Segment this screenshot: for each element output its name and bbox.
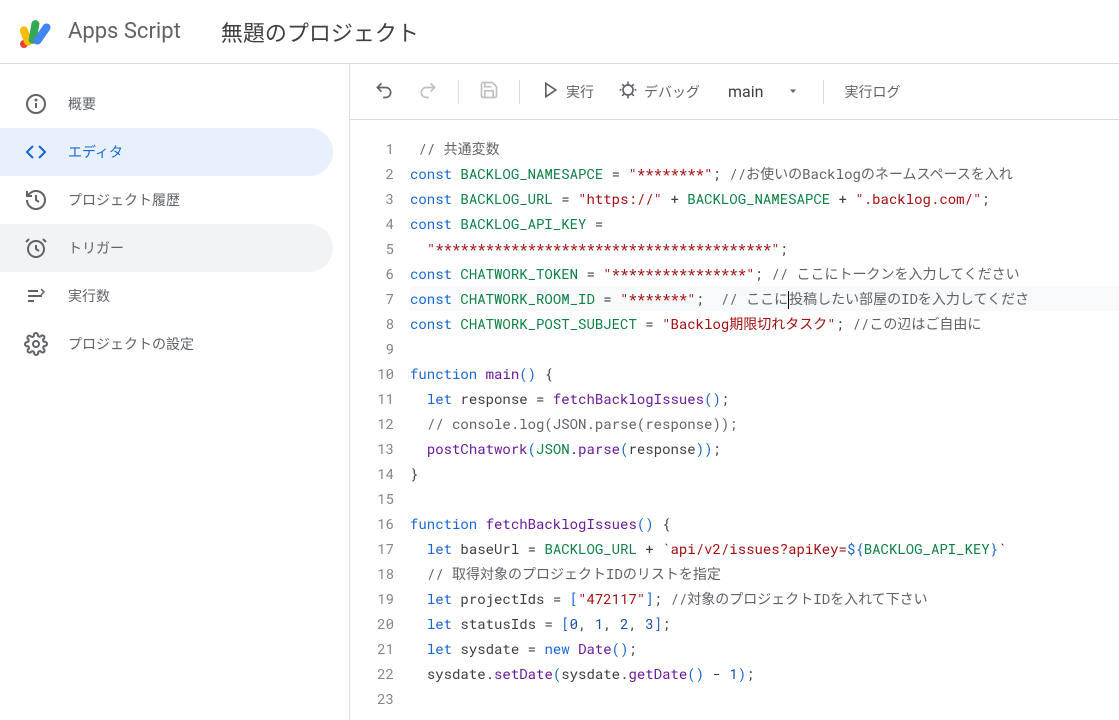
code-content[interactable]: // 共通変数const BACKLOG_NAMESAPCE = "******… [410, 136, 1119, 720]
sidebar-item-label: プロジェクトの設定 [68, 334, 194, 354]
function-selector[interactable]: main [716, 74, 811, 110]
undo-button[interactable] [366, 74, 402, 110]
function-selected: main [728, 82, 763, 101]
redo-icon [418, 80, 438, 103]
logo-area: Apps Script [16, 12, 181, 52]
sidebar-item-editor[interactable]: エディタ [0, 128, 333, 176]
alarm-icon [24, 236, 48, 260]
editor-area: 実行 デバッグ main 実行ログ 1234567891011121314151… [350, 64, 1119, 720]
toolbar: 実行 デバッグ main 実行ログ [350, 64, 1119, 120]
info-icon [24, 92, 48, 116]
caret-down-icon [787, 82, 799, 101]
toolbar-separator [458, 80, 459, 104]
redo-button[interactable] [410, 74, 446, 110]
sidebar-item-executions[interactable]: 実行数 [0, 272, 333, 320]
debug-label: デバッグ [644, 82, 700, 102]
sidebar-item-settings[interactable]: プロジェクトの設定 [0, 320, 333, 368]
toolbar-separator [519, 80, 520, 104]
execution-log-button[interactable]: 実行ログ [836, 74, 908, 110]
sidebar-item-overview[interactable]: 概要 [0, 80, 333, 128]
debug-button[interactable]: デバッグ [610, 74, 708, 110]
log-label: 実行ログ [844, 82, 900, 102]
brand-name: Apps Script [68, 19, 181, 44]
sidebar-item-label: 概要 [68, 94, 96, 114]
code-icon [24, 140, 48, 164]
list-icon [24, 284, 48, 308]
sidebar-item-label: プロジェクト履歴 [68, 190, 180, 210]
run-button[interactable]: 実行 [532, 74, 602, 110]
play-icon [540, 80, 560, 103]
sidebar-item-label: トリガー [68, 238, 124, 258]
run-label: 実行 [566, 82, 594, 102]
save-icon [479, 80, 499, 103]
app-header: Apps Script 無題のプロジェクト [0, 0, 1119, 64]
code-area[interactable]: 1234567891011121314151617181920212223 //… [350, 120, 1119, 720]
sidebar-item-label: エディタ [68, 142, 123, 162]
main-area: 概要 エディタ プロジェクト履歴 トリガー 実行数 [0, 64, 1119, 720]
sidebar-item-history[interactable]: プロジェクト履歴 [0, 176, 333, 224]
sidebar-item-triggers[interactable]: トリガー [0, 224, 333, 272]
save-button[interactable] [471, 74, 507, 110]
sidebar: 概要 エディタ プロジェクト履歴 トリガー 実行数 [0, 64, 350, 720]
undo-icon [374, 80, 394, 103]
apps-script-logo-icon [16, 12, 56, 52]
project-title[interactable]: 無題のプロジェクト [221, 16, 419, 48]
line-gutter: 1234567891011121314151617181920212223 [350, 136, 410, 720]
toolbar-separator [823, 80, 824, 104]
gear-icon [24, 332, 48, 356]
history-icon [24, 188, 48, 212]
debug-icon [618, 80, 638, 103]
sidebar-item-label: 実行数 [68, 286, 110, 306]
